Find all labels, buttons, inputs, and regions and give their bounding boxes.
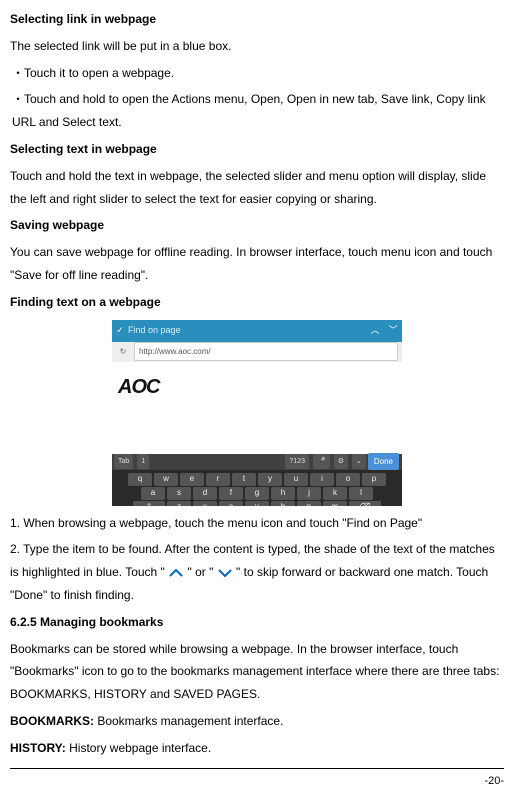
key[interactable]: u xyxy=(284,473,308,486)
find-label: Find on page xyxy=(128,322,366,339)
key[interactable]: h xyxy=(271,487,295,500)
key[interactable]: d xyxy=(193,487,217,500)
key[interactable]: n xyxy=(297,501,321,506)
paragraph: The selected link will be put in a blue … xyxy=(10,35,504,58)
find-titlebar: ✓ Find on page ︿ ﹀ xyxy=(112,320,402,342)
done-button[interactable]: Done xyxy=(368,453,399,470)
key[interactable]: b xyxy=(271,501,295,506)
step-1: 1. When browsing a webpage, touch the me… xyxy=(10,512,504,535)
screenshot-figure: ✓ Find on page ︿ ﹀ ↻ http://www.aoc.com/… xyxy=(112,320,402,506)
key[interactable]: q xyxy=(128,473,152,486)
chevron-down-icon xyxy=(217,568,233,578)
key[interactable]: r xyxy=(206,473,230,486)
key-row: qwertyuiop xyxy=(114,473,400,486)
page-body: AOC xyxy=(112,362,402,454)
key[interactable]: f xyxy=(219,487,243,500)
paragraph: Bookmarks can be stored while browsing a… xyxy=(10,638,504,706)
keyboard-toprow: Tab 1 ?123 🎤 ⚙ ⌄ Done xyxy=(112,454,402,470)
key[interactable]: v xyxy=(245,501,269,506)
backspace-key[interactable]: ⌫ xyxy=(349,501,381,506)
key[interactable]: o xyxy=(336,473,360,486)
bullet-item: ・Touch it to open a webpage. xyxy=(12,62,504,85)
refresh-icon[interactable]: ↻ xyxy=(112,344,134,359)
key[interactable]: e xyxy=(180,473,204,486)
chevron-up-icon[interactable]: ︿ xyxy=(366,322,384,339)
tab-key[interactable]: Tab xyxy=(114,454,133,469)
paragraph: BOOKMARKS: Bookmarks management interfac… xyxy=(10,710,504,733)
url-bar: ↻ http://www.aoc.com/ xyxy=(112,342,402,362)
settings-icon[interactable]: ⚙ xyxy=(334,454,348,469)
key[interactable]: l xyxy=(349,487,373,500)
page-number: -20- xyxy=(10,771,504,792)
paragraph: Touch and hold the text in webpage, the … xyxy=(10,165,504,211)
key[interactable]: c xyxy=(219,501,243,506)
key[interactable]: y xyxy=(258,473,282,486)
paragraph: HISTORY: History webpage interface. xyxy=(10,737,504,760)
heading-managing-bookmarks: 6.2.5 Managing bookmarks xyxy=(10,611,504,634)
tab-count[interactable]: 1 xyxy=(137,454,149,469)
heading-finding-text: Finding text on a webpage xyxy=(10,291,504,314)
key[interactable]: a xyxy=(141,487,165,500)
numeric-key[interactable]: ?123 xyxy=(285,454,309,469)
paragraph: You can save webpage for offline reading… xyxy=(10,241,504,287)
key[interactable]: j xyxy=(297,487,321,500)
key[interactable]: m xyxy=(323,501,347,506)
keyboard-down-icon[interactable]: ⌄ xyxy=(352,454,366,469)
key[interactable]: k xyxy=(323,487,347,500)
key[interactable]: p xyxy=(362,473,386,486)
key[interactable]: s xyxy=(167,487,191,500)
divider xyxy=(10,768,504,769)
chevron-up-icon xyxy=(168,568,184,578)
keyboard: qwertyuiop asdfghjkl ⇧ z x c v b n m ⌫ xyxy=(112,470,402,506)
aoc-logo: AOC xyxy=(118,368,159,406)
mic-icon[interactable]: 🎤 xyxy=(313,454,330,469)
key[interactable]: x xyxy=(193,501,217,506)
step-2: 2. Type the item to be found. After the … xyxy=(10,538,504,606)
key[interactable]: g xyxy=(245,487,269,500)
key[interactable]: w xyxy=(154,473,178,486)
url-text[interactable]: http://www.aoc.com/ xyxy=(134,342,398,361)
heading-selecting-link: Selecting link in webpage xyxy=(10,8,504,31)
shift-key[interactable]: ⇧ xyxy=(133,501,165,506)
key[interactable]: z xyxy=(167,501,191,506)
key-row: asdfghjkl xyxy=(114,487,400,500)
done-check-icon[interactable]: ✓ xyxy=(112,322,128,339)
heading-saving-webpage: Saving webpage xyxy=(10,214,504,237)
bullet-item: ・Touch and hold to open the Actions menu… xyxy=(12,88,504,134)
heading-selecting-text: Selecting text in webpage xyxy=(10,138,504,161)
key[interactable]: t xyxy=(232,473,256,486)
key-row: ⇧ z x c v b n m ⌫ xyxy=(114,501,400,506)
key[interactable]: i xyxy=(310,473,334,486)
chevron-down-icon[interactable]: ﹀ xyxy=(384,322,402,339)
